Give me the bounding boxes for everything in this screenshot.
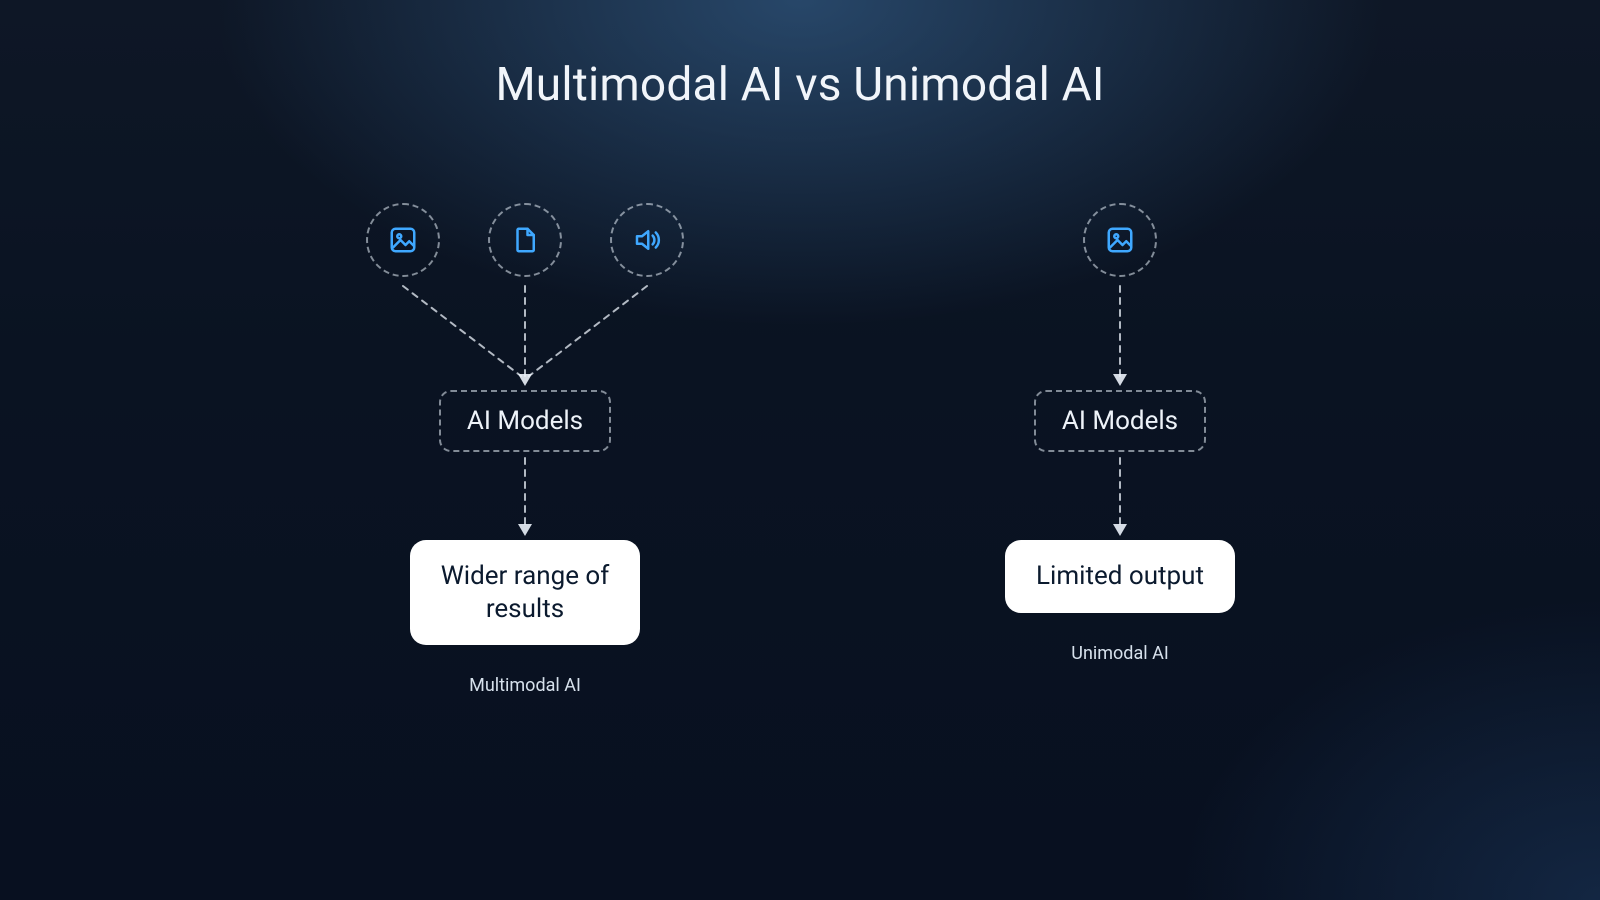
image-icon [388, 225, 418, 255]
multimodal-inputs [366, 200, 684, 280]
input-node-image [366, 203, 440, 277]
page-title: Multimodal AI vs Unimodal AI [0, 58, 1600, 112]
unimodal-column: AI Models Limited output Unimodal AI [1005, 200, 1235, 696]
input-node-image-single [1083, 203, 1157, 277]
audio-icon [632, 225, 662, 255]
multimodal-caption: Multimodal AI [469, 675, 581, 696]
image-icon [1105, 225, 1135, 255]
multimodal-output-box: Wider range of results [410, 540, 640, 645]
unimodal-inputs [1083, 200, 1157, 280]
input-node-file [488, 203, 562, 277]
unimodal-down-arrow [1110, 452, 1130, 540]
input-node-audio [610, 203, 684, 277]
single-connector [1060, 280, 1180, 390]
multimodal-down-arrow [515, 452, 535, 540]
unimodal-caption: Unimodal AI [1071, 643, 1168, 664]
multimodal-model-box: AI Models [439, 390, 611, 452]
diagram-root: AI Models Wider range of results Multimo… [0, 200, 1600, 696]
file-icon [510, 225, 540, 255]
unimodal-model-box: AI Models [1034, 390, 1206, 452]
converging-connectors [365, 280, 685, 390]
multimodal-column: AI Models Wider range of results Multimo… [365, 200, 685, 696]
unimodal-output-box: Limited output [1005, 540, 1235, 613]
